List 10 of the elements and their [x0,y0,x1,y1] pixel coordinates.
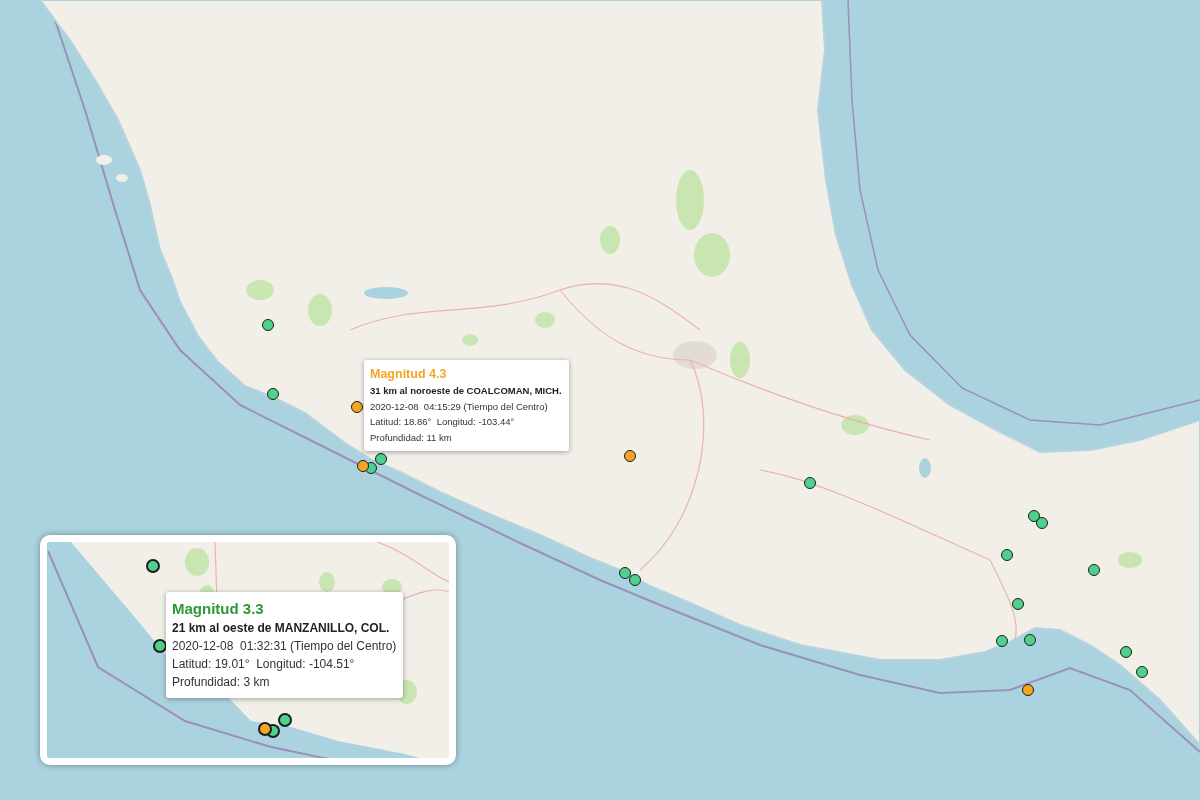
datetime-text: 2020-12-08 04:15:29 (Tiempo del Centro) [370,399,548,414]
depth-text: Profundidad: 11 km [370,430,452,445]
datetime-text: 2020-12-08 01:32:31 (Tiempo del Centro) [172,638,397,655]
magnitude-title: Magnitud 3.3 [172,599,264,619]
location-text: 21 km al oeste de MANZANILLO, COL. [172,620,390,637]
coordinates-text: Latitud: 18.86° Longitud: -103.44° [370,415,515,429]
coordinates-text: Latitud: 19.01° Longitud: -104.51° [172,656,355,673]
location-text: 31 km al noroeste de COALCOMAN, MICH. [370,384,562,398]
depth-text: Profundidad: 3 km [172,674,270,691]
magnitude-title: Magnitud 4.3 [370,366,447,383]
